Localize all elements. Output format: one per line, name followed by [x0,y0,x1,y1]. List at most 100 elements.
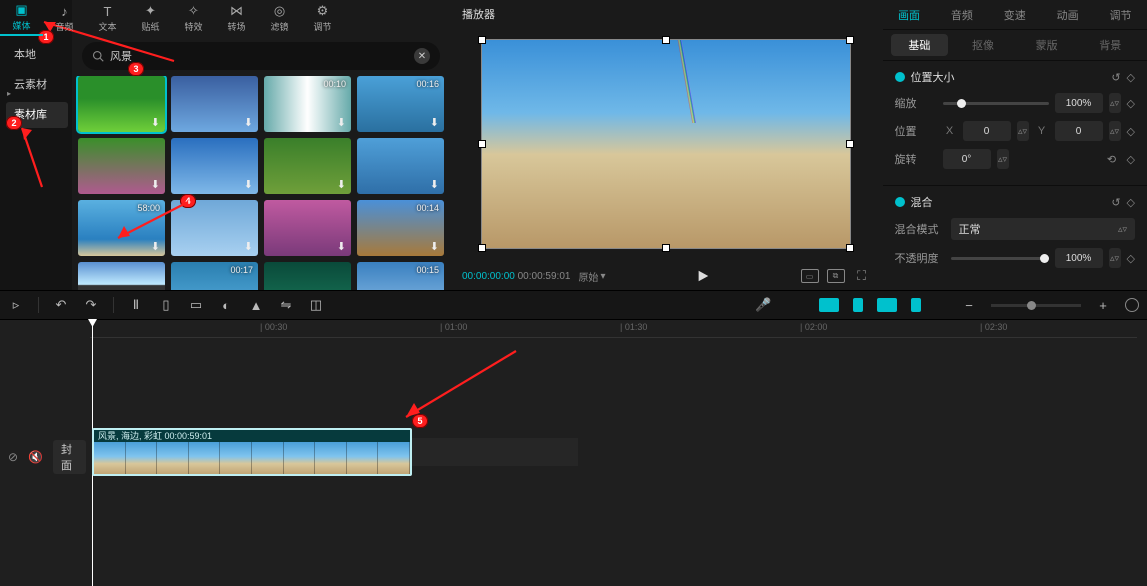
stepper[interactable]: ▵▿ [1017,121,1029,141]
inspector-subtab-0[interactable]: 基础 [891,34,949,56]
mirror-button[interactable]: ⇋ [278,297,294,313]
zoom-in-button[interactable]: + [1095,298,1111,313]
marker-button[interactable]: ▲ [248,298,264,313]
resize-handle-bl[interactable] [478,244,486,252]
mute-track-icon[interactable]: 🔇 [28,450,43,464]
keyframe-button[interactable]: ◇ [1127,196,1135,209]
media-clip[interactable]: ⬇ [264,138,351,194]
snapshot-button[interactable]: ⧉ [827,269,845,283]
scale-slider[interactable] [943,102,1049,105]
stepper[interactable]: ▵▿ [1109,248,1121,268]
media-clip[interactable]: 58:00⬇ [78,200,165,256]
crop-button[interactable]: ◫ [308,297,324,313]
media-clip[interactable]: 00:15⬇ [357,262,444,290]
pointer-tool[interactable]: ▹ [8,297,24,313]
resize-handle-rc[interactable] [846,140,854,148]
scale-value[interactable]: 100% [1055,93,1103,113]
download-icon[interactable]: ⬇ [151,178,160,191]
mic-button[interactable]: 🎤 [755,297,771,313]
keyframe-button[interactable]: ◇ [1127,153,1135,166]
inspector-subtab-3[interactable]: 背景 [1081,34,1139,56]
main-tab-4[interactable]: ✧特效 [172,0,215,36]
timeline-clip[interactable]: 风景, 海边, 彩虹 00:00:59:01 [92,428,412,476]
search-input[interactable] [110,50,414,62]
opacity-slider[interactable] [951,257,1049,260]
track-toggle-2[interactable] [853,298,863,312]
download-icon[interactable]: ⬇ [430,178,439,191]
main-tab-6[interactable]: ◎滤镜 [258,0,301,36]
media-clip[interactable]: 00:14⬇ [357,200,444,256]
fullscreen-button[interactable]: ⛶ [853,269,871,283]
timeline-ruler[interactable]: | 00:30| 01:00| 01:30| 02:00| 02:30 [90,320,1137,338]
link-icon[interactable]: ⟲ [1103,153,1121,166]
download-icon[interactable]: ⬇ [244,116,253,129]
preview-area[interactable] [462,32,871,256]
main-tab-1[interactable]: ♪音频 [43,0,86,36]
search-field[interactable]: ✕ [82,42,440,70]
reset-button[interactable]: ↺ [1111,196,1120,209]
media-clip[interactable]: ⬇ [171,200,258,256]
reset-button[interactable]: ↺ [1111,71,1120,84]
media-clip[interactable]: ⬇ [78,262,165,290]
media-clip[interactable]: ⬇ [264,200,351,256]
search-clear-button[interactable]: ✕ [414,48,430,64]
resize-handle-lc[interactable] [478,140,486,148]
resize-handle-tl[interactable] [478,36,486,44]
resize-handle-br[interactable] [846,244,854,252]
section-toggle-icon[interactable] [895,197,905,207]
delete-button[interactable]: ▯ [158,297,174,313]
fit-timeline-button[interactable] [1125,298,1139,312]
sidebar-item-1[interactable]: ▸云素材 [6,72,68,98]
undo-button[interactable]: ↶ [53,297,69,313]
media-clip[interactable]: ⬇ [171,138,258,194]
inspector-subtab-1[interactable]: 抠像 [954,34,1012,56]
download-icon[interactable]: ⬇ [337,240,346,253]
inspector-tab-0[interactable]: 画面 [883,0,936,29]
main-tab-2[interactable]: T文本 [86,0,129,36]
download-icon[interactable]: ⬇ [151,116,160,129]
track-toggle-1[interactable] [819,298,839,312]
media-clip[interactable]: 00:16⬇ [357,76,444,132]
keyframe-button[interactable]: ◇ [1127,97,1135,110]
play-button[interactable] [613,269,792,283]
inspector-tab-1[interactable]: 音频 [935,0,988,29]
main-tab-5[interactable]: ⋈转场 [215,0,258,36]
keyframe-button[interactable]: ◇ [1127,71,1135,84]
download-icon[interactable]: ⬇ [244,240,253,253]
pos-x-value[interactable]: 0 [963,121,1011,141]
split-button[interactable]: Ⅱ [128,297,144,313]
aspect-ratio-selector[interactable]: 原始 ▾ [578,269,605,284]
stepper[interactable]: ▵▿ [997,149,1009,169]
speed-button[interactable]: ◐ [218,298,234,313]
inspector-tab-3[interactable]: 动画 [1041,0,1094,29]
main-tab-7[interactable]: ⚙调节 [301,0,344,36]
keyframe-button[interactable]: ◇ [1127,125,1135,138]
download-icon[interactable]: ⬇ [151,240,160,253]
resize-handle-bc[interactable] [662,244,670,252]
rotation-value[interactable]: 0° [943,149,991,169]
sidebar-item-0[interactable]: 本地 [6,42,68,68]
resize-handle-tr[interactable] [846,36,854,44]
inspector-subtab-2[interactable]: 蒙版 [1018,34,1076,56]
blend-mode-select[interactable]: 正常 ▵▿ [951,218,1135,240]
timeline-panel[interactable]: | 00:30| 01:00| 01:30| 02:00| 02:30 ⊘ 🔇 … [0,320,1147,586]
redo-button[interactable]: ↷ [83,297,99,313]
download-icon[interactable]: ⬇ [337,178,346,191]
sidebar-item-2[interactable]: ▸素材库 [6,102,68,128]
pos-y-value[interactable]: 0 [1055,121,1103,141]
media-clip[interactable]: 00:10⬇ [264,76,351,132]
media-clip[interactable]: ⬇ [264,262,351,290]
keyframe-button[interactable]: ◇ [1127,252,1135,265]
cover-button[interactable]: 封面 [53,440,86,474]
media-clip[interactable]: ⬇ [78,76,165,132]
track-toggle-3[interactable] [877,298,897,312]
download-icon[interactable]: ⬇ [244,178,253,191]
main-tab-0[interactable]: ▣媒体 [0,0,43,36]
preview-canvas[interactable] [481,39,851,249]
ripple-delete-button[interactable]: ▭ [188,297,204,313]
download-icon[interactable]: ⬇ [430,240,439,253]
opacity-value[interactable]: 100% [1055,248,1103,268]
inspector-tab-2[interactable]: 变速 [988,0,1041,29]
media-clip[interactable]: ⬇ [357,138,444,194]
track-toggle-4[interactable] [911,298,921,312]
